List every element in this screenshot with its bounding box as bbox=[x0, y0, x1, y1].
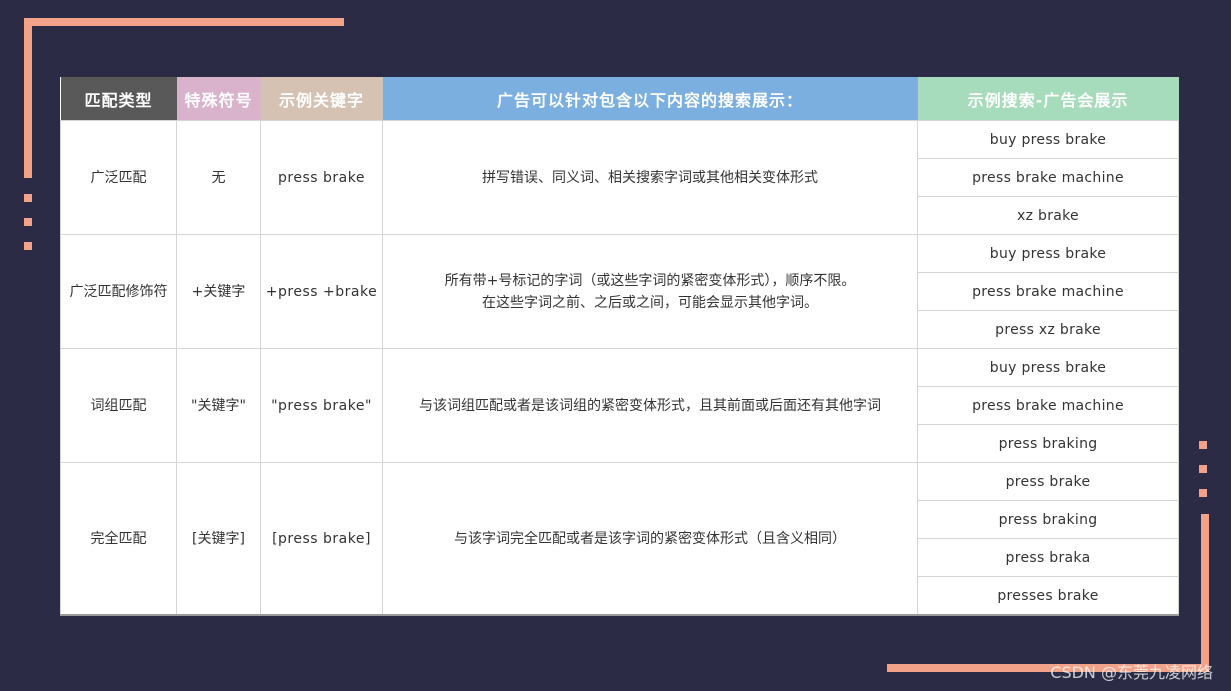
frame-line-top bbox=[24, 18, 344, 26]
symbol-cell: +关键字 bbox=[176, 234, 261, 349]
symbol-cell: 无 bbox=[176, 120, 261, 235]
frame-line-left bbox=[24, 18, 32, 178]
example-search-cell: buy press brake bbox=[917, 234, 1179, 273]
example-search-cell: press braka bbox=[917, 538, 1179, 577]
table-row: 词组匹配 "关键字" "press brake" 与该词组匹配或者是该词组的紧密… bbox=[60, 348, 1179, 463]
description-cell: 与该词组匹配或者是该词组的紧密变体形式，且其前面或后面还有其他字词 bbox=[382, 348, 918, 463]
description-line: 与该字词完全匹配或者是该字词的紧密变体形式（且含义相同） bbox=[454, 530, 846, 547]
header-example-searches: 示例搜索-广告会展示 bbox=[917, 77, 1179, 121]
table-row: 广泛匹配修饰符 +关键字 +press +brake 所有带+号标记的字词（或这… bbox=[60, 234, 1179, 349]
example-search-cell: buy press brake bbox=[917, 348, 1179, 387]
example-search-cell: xz brake bbox=[917, 196, 1179, 235]
example-search-cell: press brake machine bbox=[917, 386, 1179, 425]
table-row: 广泛匹配 无 press brake 拼写错误、同义词、相关搜索字词或其他相关变… bbox=[60, 120, 1179, 235]
keyword-cell: +press +brake bbox=[260, 234, 383, 349]
deco-square bbox=[1199, 441, 1207, 449]
description-line: 在这些字词之前、之后或之间，可能会显示其他字词。 bbox=[482, 294, 818, 311]
example-search-cell: press xz brake bbox=[917, 310, 1179, 349]
header-special-symbol: 特殊符号 bbox=[176, 77, 261, 121]
deco-square bbox=[24, 242, 32, 250]
deco-square bbox=[24, 194, 32, 202]
example-search-cell: press braking bbox=[917, 500, 1179, 539]
keyword-cell: press brake bbox=[260, 120, 383, 235]
frame-line-right bbox=[1201, 514, 1209, 672]
watermark: CSDN @东莞九凌网络 bbox=[1050, 663, 1213, 682]
match-type-cell: 词组匹配 bbox=[60, 348, 177, 463]
table-header-row: 匹配类型 特殊符号 示例关键字 广告可以针对包含以下内容的搜索展示： 示例搜索-… bbox=[60, 77, 1179, 121]
match-type-cell: 广泛匹配修饰符 bbox=[60, 234, 177, 349]
deco-square bbox=[24, 218, 32, 226]
table-row: 完全匹配 [关键字] [press brake] 与该字词完全匹配或者是该字词的… bbox=[60, 462, 1179, 616]
match-type-table: 匹配类型 特殊符号 示例关键字 广告可以针对包含以下内容的搜索展示： 示例搜索-… bbox=[60, 77, 1179, 616]
description-cell: 与该字词完全匹配或者是该字词的紧密变体形式（且含义相同） bbox=[382, 462, 918, 616]
match-type-cell: 广泛匹配 bbox=[60, 120, 177, 235]
example-search-cell: presses brake bbox=[917, 576, 1179, 616]
symbol-cell: [关键字] bbox=[176, 462, 261, 616]
description-line: 与该词组匹配或者是该词组的紧密变体形式，且其前面或后面还有其他字词 bbox=[419, 397, 881, 414]
example-search-cell: press braking bbox=[917, 424, 1179, 463]
description-cell: 所有带+号标记的字词（或这些字词的紧密变体形式），顺序不限。 在这些字词之前、之… bbox=[382, 234, 918, 349]
example-search-cell: press brake machine bbox=[917, 158, 1179, 197]
description-line: 所有带+号标记的字词（或这些字词的紧密变体形式），顺序不限。 bbox=[444, 272, 856, 289]
example-search-cell: buy press brake bbox=[917, 120, 1179, 159]
example-search-cell: press brake bbox=[917, 462, 1179, 501]
header-description: 广告可以针对包含以下内容的搜索展示： bbox=[382, 77, 918, 121]
symbol-cell: "关键字" bbox=[176, 348, 261, 463]
description-cell: 拼写错误、同义词、相关搜索字词或其他相关变体形式 bbox=[382, 120, 918, 235]
deco-square bbox=[1199, 489, 1207, 497]
example-search-cell: press brake machine bbox=[917, 272, 1179, 311]
deco-square bbox=[1199, 465, 1207, 473]
description-line: 拼写错误、同义词、相关搜索字词或其他相关变体形式 bbox=[482, 169, 818, 186]
keyword-cell: "press brake" bbox=[260, 348, 383, 463]
header-example-keyword: 示例关键字 bbox=[260, 77, 383, 121]
header-match-type: 匹配类型 bbox=[60, 77, 177, 121]
keyword-cell: [press brake] bbox=[260, 462, 383, 616]
match-type-cell: 完全匹配 bbox=[60, 462, 177, 616]
